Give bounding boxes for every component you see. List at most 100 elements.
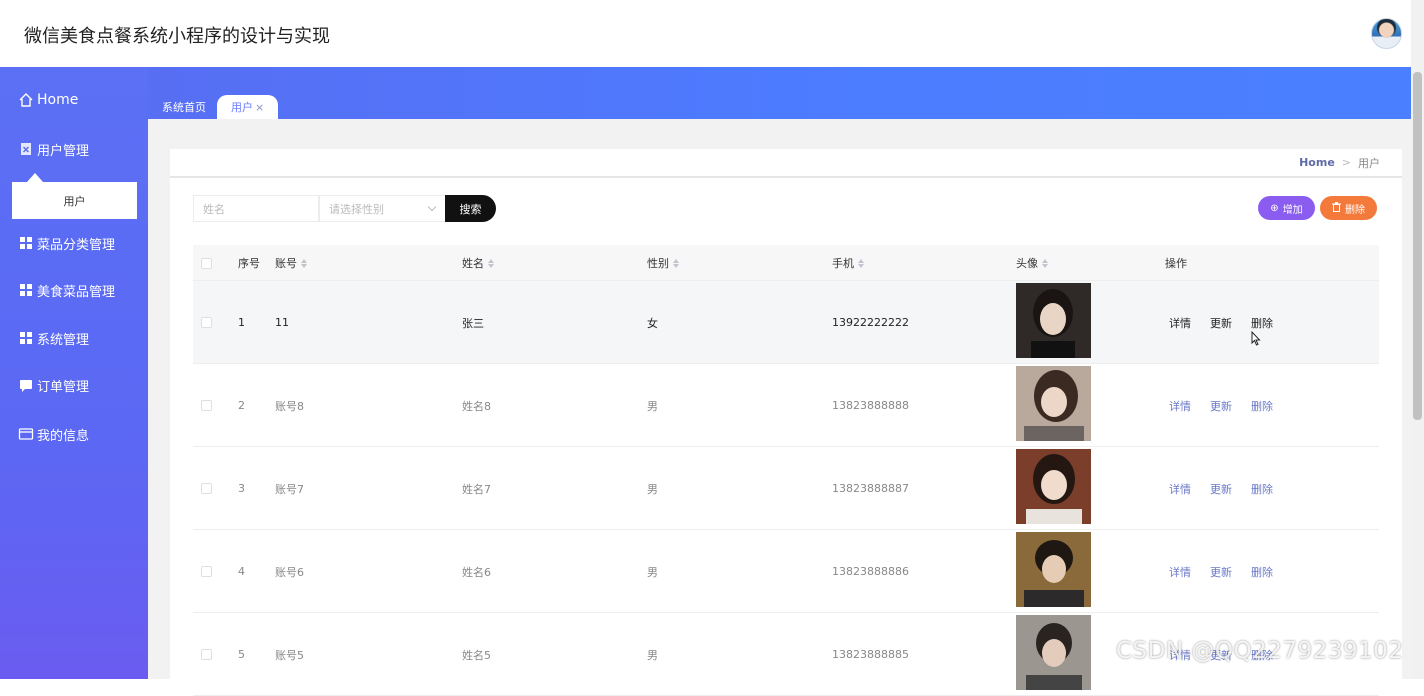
cell-name: 姓名7 (462, 482, 491, 496)
header-gender[interactable]: 性别 (647, 245, 680, 281)
delete-link[interactable]: 删除 (1251, 364, 1273, 447)
select-all-cell (201, 245, 212, 281)
sidebar-item-home[interactable]: Home (18, 89, 78, 111)
delete-link[interactable]: 删除 (1251, 447, 1273, 530)
sidebar-item-my-info[interactable]: 我的信息 (18, 423, 89, 445)
select-all-checkbox[interactable] (201, 257, 212, 269)
close-icon[interactable]: × (255, 101, 264, 114)
update-link[interactable]: 更新 (1210, 364, 1232, 447)
row-checkbox-cell (201, 364, 212, 447)
cell-index: 2 (238, 399, 245, 412)
batch-delete-button[interactable]: 删除 (1320, 196, 1377, 220)
row-checkbox[interactable] (201, 566, 212, 577)
add-button-label: 增加 (1282, 204, 1303, 216)
tab-label: 系统首页 (162, 101, 206, 114)
tab-label: 用户 (231, 101, 253, 114)
sidebar-item-dish-management[interactable]: 美食菜品管理 (18, 279, 115, 301)
plus-circle-icon: ⊕ (1270, 202, 1279, 214)
sort-icon[interactable] (673, 258, 680, 268)
card-icon (18, 426, 34, 442)
top-bar: 微信美食点餐系统小程序的设计与实现 (0, 0, 1411, 67)
row-checkbox-cell (201, 281, 212, 364)
name-search-input[interactable]: 姓名 (193, 195, 319, 222)
table-row: 4 账号6 姓名6 男 13823888886 详情 更新 删除 (193, 530, 1379, 613)
detail-link[interactable]: 详情 (1169, 364, 1191, 447)
sort-icon[interactable] (301, 258, 308, 268)
cell-phone: 13823888885 (832, 648, 909, 661)
sidebar-item-system-management[interactable]: 系统管理 (18, 327, 89, 349)
clipboard-icon (18, 141, 34, 157)
sidebar-item-label: 订单管理 (37, 379, 90, 395)
avatar-photo (1016, 283, 1091, 358)
row-checkbox[interactable] (201, 483, 212, 494)
content-panel: Home > 用户 姓名 请选择性别 搜索 ⊕ 增加 删除 序号 账号 姓名 性… (170, 149, 1402, 696)
detail-link[interactable]: 详情 (1169, 281, 1191, 364)
sort-icon[interactable] (488, 258, 495, 268)
sidebar: Home 用户管理 用户 菜品分类管理 美食菜品管理 系统管理 订单管理 我的信… (0, 67, 148, 679)
app-title: 微信美食点餐系统小程序的设计与实现 (24, 26, 330, 47)
cell-phone: 13823888886 (832, 565, 909, 578)
user-avatar[interactable] (1371, 18, 1402, 49)
update-link[interactable]: 更新 (1210, 447, 1232, 530)
sidebar-item-order-management[interactable]: 订单管理 (18, 374, 89, 396)
page-scrollbar[interactable] (1411, 0, 1424, 679)
row-checkbox[interactable] (201, 317, 212, 328)
row-checkbox[interactable] (201, 649, 212, 660)
search-button[interactable]: 搜索 (445, 195, 496, 222)
mouse-cursor-icon (1251, 331, 1261, 346)
row-checkbox-cell (201, 447, 212, 530)
grid-icon (18, 330, 34, 346)
cell-index: 1 (238, 316, 245, 329)
header-label: 账号 (275, 257, 297, 270)
update-link[interactable]: 更新 (1210, 530, 1232, 613)
home-icon (18, 92, 34, 108)
cell-phone: 13823888887 (832, 482, 909, 495)
cell-account: 账号5 (275, 648, 304, 662)
table-header: 序号 账号 姓名 性别 手机 头像 操作 (193, 245, 1379, 281)
delete-button-label: 删除 (1345, 204, 1365, 216)
detail-link[interactable]: 详情 (1169, 447, 1191, 530)
update-link[interactable]: 更新 (1210, 281, 1232, 364)
add-button[interactable]: ⊕ 增加 (1258, 196, 1315, 220)
header-index: 序号 (238, 257, 260, 270)
header-label: 手机 (832, 257, 854, 270)
sidebar-item-label: 我的信息 (37, 428, 90, 444)
cell-gender: 男 (647, 565, 658, 579)
gender-select[interactable]: 请选择性别 (319, 195, 446, 222)
cell-account: 账号8 (275, 399, 304, 413)
cell-name: 姓名8 (462, 399, 491, 413)
cell-index: 3 (238, 482, 245, 495)
avatar-photo (1016, 366, 1091, 441)
scrollbar-thumb[interactable] (1413, 72, 1422, 420)
header-label: 头像 (1016, 257, 1038, 270)
sidebar-item-label: 美食菜品管理 (37, 284, 116, 300)
submenu-caret (27, 173, 43, 182)
sidebar-item-label: Home (37, 92, 79, 108)
breadcrumb-current: 用户 (1358, 156, 1380, 170)
sidebar-subitem-user[interactable]: 用户 (12, 182, 137, 219)
cell-index: 4 (238, 565, 245, 578)
sidebar-item-label: 用户管理 (37, 143, 90, 159)
tab-user[interactable]: 用户 × (217, 95, 279, 119)
delete-link[interactable]: 删除 (1251, 281, 1273, 364)
user-table: 序号 账号 姓名 性别 手机 头像 操作 1 11 张三 女 139222222… (193, 245, 1379, 696)
delete-link[interactable]: 删除 (1251, 530, 1273, 613)
header-avatar[interactable]: 头像 (1016, 245, 1049, 281)
detail-link[interactable]: 详情 (1169, 530, 1191, 613)
tab-system-home[interactable]: 系统首页 (150, 95, 218, 119)
header-name[interactable]: 姓名 (462, 245, 495, 281)
header-phone[interactable]: 手机 (832, 245, 865, 281)
sidebar-item-label: 菜品分类管理 (37, 237, 116, 253)
cell-account: 11 (275, 316, 289, 329)
sort-icon[interactable] (858, 258, 865, 268)
header-account[interactable]: 账号 (275, 245, 308, 281)
sidebar-item-user-management[interactable]: 用户管理 (18, 138, 89, 160)
cell-gender: 男 (647, 399, 658, 413)
sidebar-item-category-management[interactable]: 菜品分类管理 (18, 232, 115, 254)
table-row: 1 11 张三 女 13922222222 详情 更新 删除 (193, 281, 1379, 364)
sort-icon[interactable] (1042, 258, 1049, 268)
row-checkbox[interactable] (201, 400, 212, 411)
cell-gender: 男 (647, 648, 658, 662)
chat-icon (18, 377, 34, 393)
breadcrumb-home[interactable]: Home (1299, 156, 1335, 169)
